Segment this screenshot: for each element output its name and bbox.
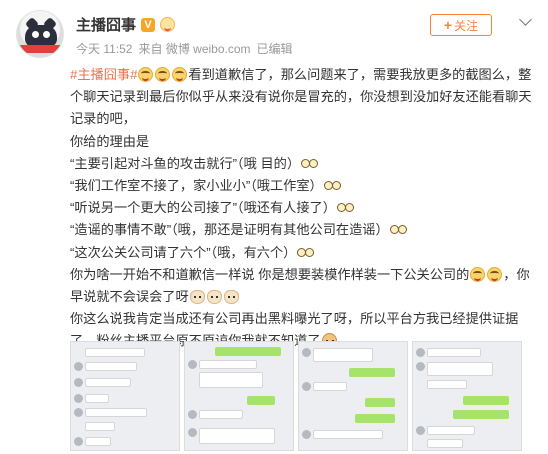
chat-bubble [427, 380, 467, 389]
chat-bubble [199, 410, 243, 419]
chat-avatar [74, 408, 83, 417]
avatar-cat-head [25, 25, 57, 47]
chat-bubble [199, 372, 263, 388]
laugh-emoji-icon [470, 266, 486, 282]
post-source: 来自 微博 weibo.com [138, 40, 250, 57]
post-paragraph-3: 你为啥一开始不和道歉信一样说 你是想要装模作样装一下公关公司的 ，你早说就不会误会… [70, 264, 532, 308]
post-paragraph-1: #主播囧事# 看到道歉信了，那么问题来了，需要我放更多的截图么，整个聊天记录到最后… [70, 64, 532, 131]
chat-bubble [427, 362, 493, 376]
quote-text: “这次公关公司请了六个”（哦，有六个） [70, 244, 297, 260]
chat-bubble [199, 360, 257, 369]
quote-line: “听说另一个更大的公司接了”（哦还有人接了） [70, 197, 532, 219]
chat-avatar [302, 430, 311, 439]
cat-emoji-icon [223, 290, 239, 305]
follow-label: 关注 [454, 18, 479, 33]
glasses-emoji-icon [323, 178, 341, 193]
verified-badge-icon[interactable]: V [141, 17, 156, 32]
chat-bubble [247, 396, 275, 405]
avatar-eye [43, 31, 50, 38]
chat-bubble [85, 362, 137, 371]
quote-text: “听说另一个更大的公司接了”（哦还有人接了） [70, 200, 336, 216]
chat-avatar [74, 394, 83, 403]
chat-screenshot-thumbnail[interactable] [298, 341, 408, 451]
chevron-down-icon[interactable] [518, 14, 534, 30]
quote-text: “造谣的事情不敢”（哦，那还是证明有其他公司在造谣） [70, 222, 389, 238]
quote-line: “造谣的事情不敢”（哦，那还是证明有其他公司在造谣） [70, 219, 532, 241]
quote-text: “我们工作室不接了，家小业小”（哦工作室） [70, 178, 323, 194]
plus-icon: + [443, 17, 453, 33]
weibo-post-card: 主播囧事 V 今天 11:52 来自 微博 weibo.com 已编辑 + 关注… [0, 0, 548, 454]
cat-emoji-icon [189, 290, 205, 305]
chat-bubble [313, 430, 383, 439]
hashtag-link[interactable]: #主播囧事# [70, 67, 137, 82]
post-body: #主播囧事# 看到道歉信了，那么问题来了，需要我放更多的截图么，整个聊天记录到最后… [70, 64, 532, 353]
chat-bubble [313, 348, 373, 362]
chat-avatar [188, 410, 197, 419]
chat-bubble [355, 414, 395, 423]
laugh-emoji-icon [172, 67, 188, 82]
laugh-emoji-icon [487, 266, 503, 282]
cat-emoji-icon [206, 290, 222, 305]
source-link[interactable]: 微博 weibo.com [166, 42, 251, 56]
chat-avatar [416, 362, 425, 371]
name-row: 主播囧事 V [76, 14, 176, 35]
chat-bubble [365, 398, 395, 407]
chat-avatar [188, 428, 197, 437]
glasses-emoji-icon [389, 222, 407, 237]
chat-bubble [427, 426, 475, 435]
chat-bubble [427, 439, 463, 448]
chat-bubble [85, 422, 115, 431]
username-link[interactable]: 主播囧事 [76, 14, 136, 35]
quote-line: “我们工作室不接了，家小业小”（哦工作室） [70, 175, 532, 197]
post-meta: 今天 11:52 来自 微博 weibo.com 已编辑 [76, 40, 293, 57]
laugh-emoji-icon [138, 67, 154, 82]
chat-avatar [302, 348, 311, 357]
chat-avatar [188, 360, 197, 369]
post-paragraph-2: 你给的理由是 [70, 133, 150, 149]
chat-bubble [349, 368, 395, 377]
post-timestamp[interactable]: 今天 11:52 [76, 40, 132, 57]
avatar-ribbon [19, 45, 63, 53]
chat-bubble [199, 428, 275, 444]
source-prefix: 来自 [138, 42, 163, 56]
chat-bubble [85, 378, 131, 387]
avatar-eye [32, 31, 39, 38]
chat-avatar [74, 378, 83, 387]
chat-bubble [85, 348, 145, 357]
post-text: 你为啥一开始不和道歉信一样说 你是想要装模作样装一下公关公司的 [70, 266, 470, 282]
quote-line: “主要引起对斗鱼的攻击就行”（哦 目的） [70, 153, 532, 175]
chat-avatar [302, 382, 311, 391]
follow-button[interactable]: + 关注 [430, 14, 492, 36]
chat-screenshot-thumbnail[interactable] [70, 341, 180, 451]
chat-bubble [85, 394, 109, 403]
smile-face-badge-icon[interactable] [160, 17, 176, 32]
chat-bubble [85, 437, 111, 446]
chat-bubble [427, 348, 481, 357]
user-avatar[interactable] [16, 10, 64, 58]
chat-bubble [85, 408, 147, 417]
chat-screenshot-thumbnail[interactable] [184, 341, 294, 451]
chat-screenshot-thumbnail[interactable] [412, 341, 522, 451]
quote-line: “这次公关公司请了六个”（哦，有六个） [70, 242, 532, 264]
glasses-emoji-icon [297, 245, 315, 260]
laugh-emoji-icon [155, 67, 171, 82]
glasses-emoji-icon [301, 156, 319, 171]
chat-bubble [463, 396, 509, 405]
chat-avatar [416, 348, 425, 357]
image-grid [70, 341, 522, 451]
chat-avatar [74, 362, 83, 371]
chat-avatar [74, 437, 83, 446]
chat-bubble [313, 382, 347, 391]
chat-avatar [416, 426, 425, 435]
glasses-emoji-icon [336, 200, 354, 215]
chat-bubble [453, 410, 509, 419]
edited-label[interactable]: 已编辑 [257, 40, 293, 57]
quote-text: “主要引起对斗鱼的攻击就行”（哦 目的） [70, 155, 301, 171]
chat-bubble [215, 347, 281, 356]
